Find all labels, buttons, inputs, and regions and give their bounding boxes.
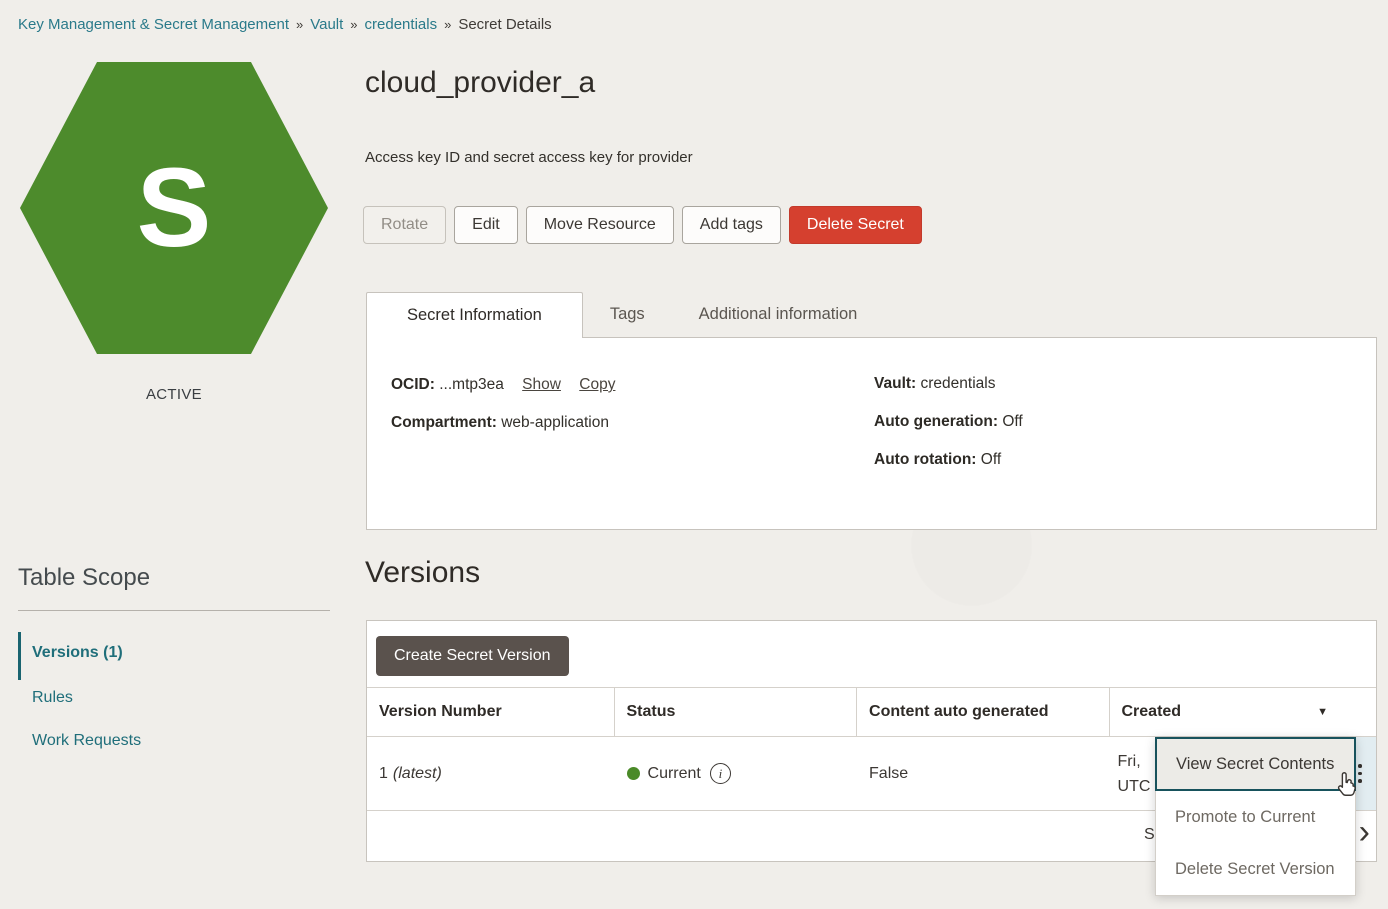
cell-status: Current i [615,737,858,810]
column-header-content-auto-generated: Content auto generated [857,688,1109,736]
showing-items-text: S [1144,826,1155,844]
tab-secret-information[interactable]: Secret Information [366,292,583,338]
status-dot-icon [627,767,640,780]
versions-table-header: Version Number Status Content auto gener… [367,687,1376,737]
breadcrumb-link-credentials[interactable]: credentials [365,16,438,33]
versions-heading: Versions [365,556,480,590]
auto-generation-row: Auto generation: Off [874,413,1023,431]
ocid-row: OCID: ...mtp3ea Show Copy [391,376,615,394]
vault-row: Vault: credentials [874,375,1023,393]
column-header-created[interactable]: Created ▼ [1110,688,1345,736]
secret-details-page: Key Management & Secret Management » Vault… [0,0,1388,909]
cell-content-auto-generated: False [857,737,1110,810]
menu-item-promote-to-current[interactable]: Promote to Current [1156,791,1355,843]
ocid-copy-link[interactable]: Copy [579,376,615,393]
rotate-button[interactable]: Rotate [363,206,446,244]
menu-item-delete-secret-version[interactable]: Delete Secret Version [1156,843,1355,895]
tab-additional-information[interactable]: Additional information [672,292,885,337]
compartment-label: Compartment: [391,414,497,431]
breadcrumb-link-key-management[interactable]: Key Management & Secret Management [18,16,289,33]
column-header-actions [1344,688,1376,736]
sidebar-item-work-requests[interactable]: Work Requests [32,732,141,750]
sidebar-heading: Table Scope [18,564,150,592]
auto-rotation-value: Off [981,451,1001,468]
info-icon[interactable]: i [710,763,731,784]
created-line-1: Fri, [1118,749,1151,774]
sidebar-item-rules[interactable]: Rules [32,689,73,707]
auto-generation-label: Auto generation: [874,413,998,430]
breadcrumb-separator: » [350,17,357,32]
created-line-2: UTC [1118,774,1151,799]
status-badge: ACTIVE [20,386,328,403]
sidebar-divider [18,610,330,611]
info-column-right: Vault: credentials Auto generation: Off … [874,375,1023,489]
action-buttons: Rotate Edit Move Resource Add tags Delet… [363,206,922,244]
vault-label: Vault: [874,375,916,392]
versions-toolbar: Create Secret Version [367,621,1376,687]
compartment-value: web-application [501,414,609,431]
page-title: cloud_provider_a [365,66,595,100]
pagination-next-icon[interactable]: › [1359,813,1370,852]
column-header-version-number: Version Number [367,688,615,736]
breadcrumb-link-vault[interactable]: Vault [310,16,343,33]
breadcrumb-current: Secret Details [458,16,551,33]
hexagon-letter: S [20,62,328,354]
sort-desc-icon[interactable]: ▼ [1317,706,1328,718]
vault-value: credentials [921,375,996,392]
create-secret-version-button[interactable]: Create Secret Version [376,636,569,676]
edit-button[interactable]: Edit [454,206,518,244]
delete-secret-button[interactable]: Delete Secret [789,206,922,244]
info-column-left: OCID: ...mtp3ea Show Copy Compartment: w… [391,376,615,452]
row-context-menu: View Secret Contents Promote to Current … [1155,737,1356,896]
ocid-label: OCID: [391,376,435,393]
auto-rotation-label: Auto rotation: [874,451,976,468]
version-number: 1 [379,765,388,783]
sidebar-active-indicator [18,632,21,680]
column-header-status: Status [615,688,858,736]
add-tags-button[interactable]: Add tags [682,206,781,244]
compartment-row: Compartment: web-application [391,414,615,432]
tab-bar: Secret Information Tags Additional infor… [366,291,1377,338]
breadcrumb: Key Management & Secret Management » Vault… [18,16,552,33]
breadcrumb-separator: » [296,17,303,32]
page-description: Access key ID and secret access key for … [365,149,693,166]
menu-item-view-secret-contents[interactable]: View Secret Contents [1155,737,1356,791]
sidebar-item-versions[interactable]: Versions (1) [32,644,123,662]
ocid-show-link[interactable]: Show [522,376,561,393]
cell-version-number: 1 (latest) [367,737,615,810]
secret-information-panel: OCID: ...mtp3ea Show Copy Compartment: w… [366,338,1377,530]
status-value: Current [648,765,701,783]
auto-generation-value: Off [1002,413,1022,430]
breadcrumb-separator: » [444,17,451,32]
kebab-menu-icon[interactable] [1358,764,1362,783]
version-latest-suffix: (latest) [393,765,442,783]
auto-rotation-row: Auto rotation: Off [874,451,1023,469]
move-resource-button[interactable]: Move Resource [526,206,674,244]
created-header-label: Created [1122,703,1182,721]
secret-hexagon-icon: S [20,62,328,354]
tab-tags[interactable]: Tags [583,292,672,337]
ocid-value: ...mtp3ea [439,376,504,393]
